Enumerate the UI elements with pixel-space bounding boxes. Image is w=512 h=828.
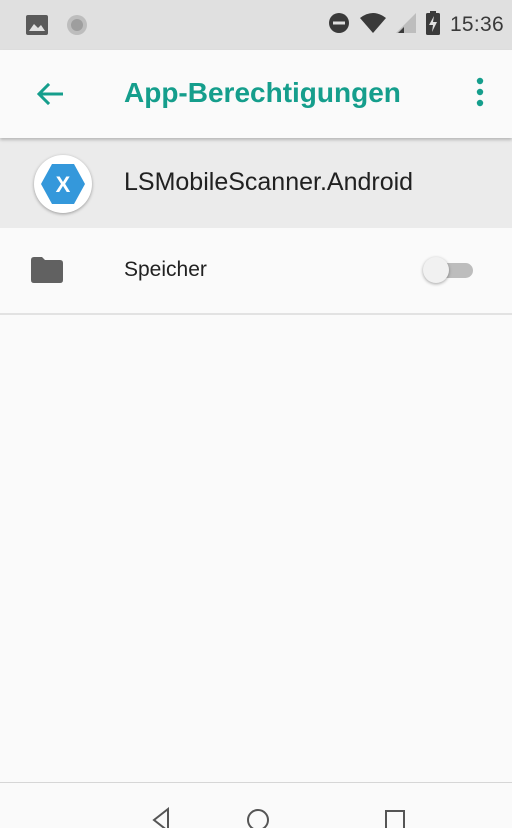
xamarin-hexagon-icon: X bbox=[41, 164, 85, 204]
overflow-menu-button[interactable] bbox=[468, 76, 492, 112]
app-bar: App-Berechtigungen bbox=[0, 50, 512, 138]
nav-back-button[interactable] bbox=[150, 807, 174, 828]
do-not-disturb-icon bbox=[328, 12, 350, 39]
app-header-row: X LSMobileScanner.Android bbox=[0, 138, 512, 228]
signal-icon bbox=[395, 12, 416, 38]
status-bar: 15:36 bbox=[0, 0, 512, 50]
nav-recents-button[interactable] bbox=[383, 807, 407, 828]
more-vert-icon bbox=[476, 77, 484, 112]
storage-permission-toggle[interactable] bbox=[423, 257, 475, 283]
nav-home-button[interactable] bbox=[246, 807, 270, 828]
circle-notification-icon bbox=[66, 14, 88, 41]
status-time: 15:36 bbox=[449, 13, 504, 36]
battery-charging-icon bbox=[425, 10, 440, 40]
status-right-icons: 15:36 bbox=[328, 10, 504, 40]
page-title: App-Berechtigungen bbox=[124, 77, 401, 108]
wifi-icon bbox=[359, 12, 386, 39]
back-button[interactable] bbox=[30, 76, 70, 116]
image-notification-icon bbox=[26, 15, 48, 40]
arrow-back-icon bbox=[36, 82, 64, 110]
app-icon: X bbox=[34, 155, 92, 213]
app-name: LSMobileScanner.Android bbox=[124, 168, 414, 196]
permission-label: Speicher bbox=[124, 258, 207, 281]
folder-icon bbox=[31, 257, 63, 288]
app-icon-letter: X bbox=[56, 172, 71, 197]
permission-row-storage[interactable]: Speicher bbox=[0, 228, 512, 313]
toggle-thumb bbox=[423, 257, 449, 283]
status-left-icons bbox=[26, 14, 88, 41]
navigation-bar bbox=[0, 782, 512, 828]
divider bbox=[0, 313, 512, 315]
